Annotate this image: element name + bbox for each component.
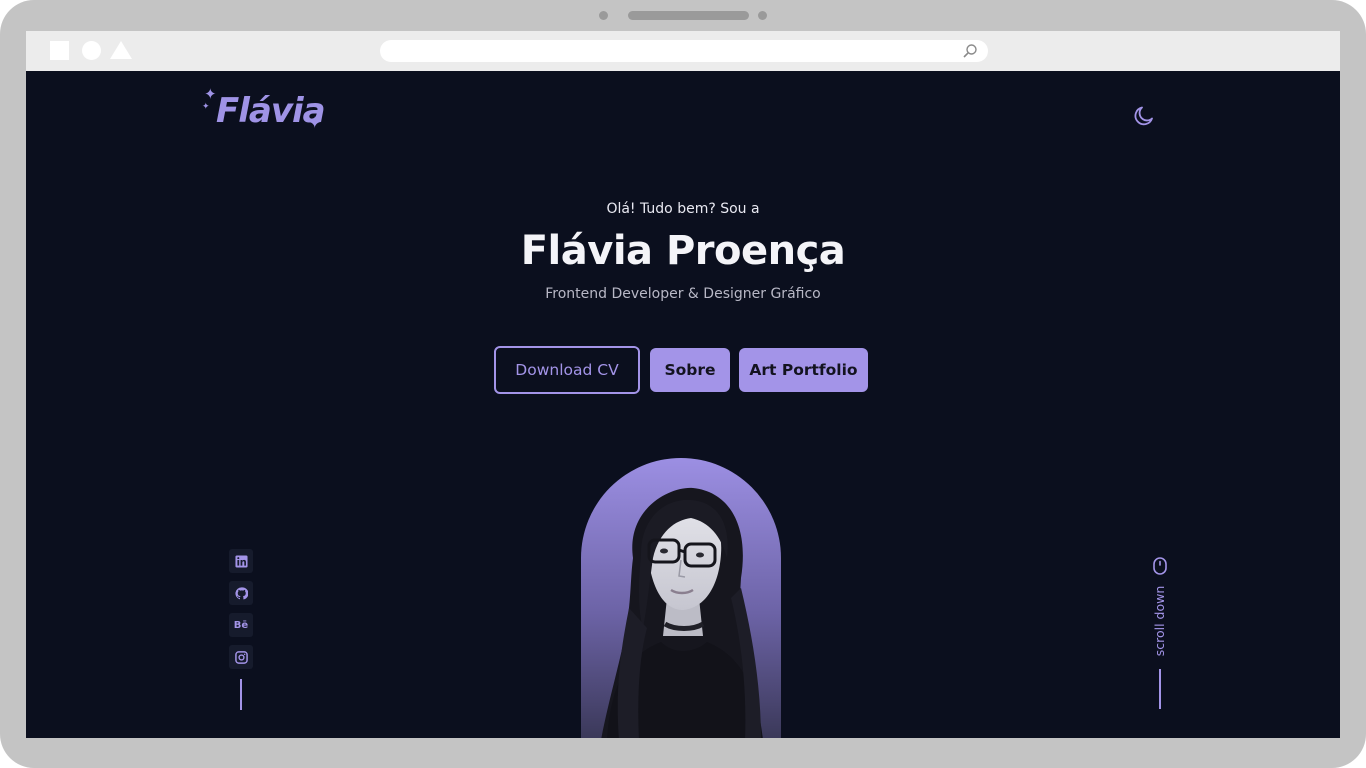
speaker-grille xyxy=(628,11,749,20)
profile-photo xyxy=(581,458,781,738)
github-link[interactable] xyxy=(229,581,253,605)
moon-icon[interactable] xyxy=(1132,104,1156,128)
art-portfolio-button[interactable]: Art Portfolio xyxy=(739,348,868,392)
screen: ✦ ✦ Flávia ✦ Olá! Tudo bem? Sou a Flávia… xyxy=(26,31,1340,738)
mouse-icon xyxy=(1153,557,1167,575)
hero-name: Flávia Proença xyxy=(520,228,846,274)
behance-link[interactable]: Bē xyxy=(229,613,253,637)
hero-role: Frontend Developer & Designer Gráfico xyxy=(545,286,821,302)
scroll-down-label: scroll down xyxy=(1152,585,1167,657)
download-cv-button[interactable]: Download CV xyxy=(494,346,640,394)
device-frame: ✦ ✦ Flávia ✦ Olá! Tudo bem? Sou a Flávia… xyxy=(0,0,1366,768)
site-logo[interactable]: ✦ ✦ Flávia ✦ xyxy=(202,85,328,141)
window-triangle-control[interactable] xyxy=(110,41,132,59)
portrait-image xyxy=(581,458,781,738)
scroll-down-link[interactable]: scroll down xyxy=(1150,555,1170,711)
behance-icon: Bē xyxy=(233,619,249,631)
browser-toolbar xyxy=(26,31,1340,71)
sparkle-icon: ✦ xyxy=(204,85,217,103)
camera-dot-right xyxy=(758,11,767,20)
window-square-control[interactable] xyxy=(50,41,69,60)
sparkle-icon-right: ✦ xyxy=(308,113,322,132)
camera-dot-left xyxy=(599,11,608,20)
portfolio-page: ✦ ✦ Flávia ✦ Olá! Tudo bem? Sou a Flávia… xyxy=(26,71,1340,738)
address-bar[interactable] xyxy=(380,40,988,62)
social-divider-line xyxy=(240,679,242,710)
instagram-link[interactable] xyxy=(229,645,253,669)
sobre-button[interactable]: Sobre xyxy=(650,348,730,392)
window-circle-control[interactable] xyxy=(82,41,101,60)
linkedin-icon xyxy=(234,554,248,568)
linkedin-link[interactable] xyxy=(229,549,253,573)
search-icon[interactable] xyxy=(962,43,978,59)
github-icon xyxy=(234,586,248,599)
hero-greeting: Olá! Tudo bem? Sou a xyxy=(606,201,760,217)
instagram-icon xyxy=(234,650,248,664)
scroll-line xyxy=(1159,669,1161,709)
small-sparkle-icon: ✦ xyxy=(202,102,210,112)
